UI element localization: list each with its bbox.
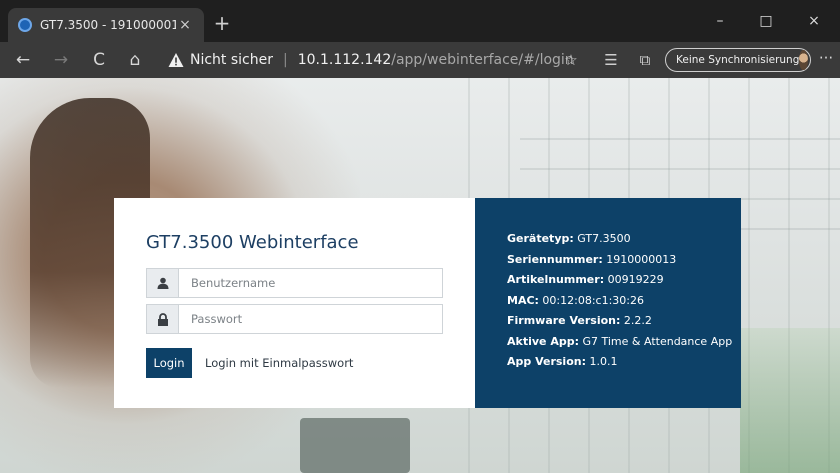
collections-icon[interactable]: ⧉ (632, 47, 658, 73)
warning-icon[interactable] (168, 52, 184, 68)
reload-button[interactable]: C (86, 47, 112, 73)
sync-label: Keine Synchronisierung (676, 54, 800, 66)
device-info-row: Gerätetyp: GT7.3500 (507, 232, 732, 253)
window-maximize-button[interactable]: □ (746, 8, 786, 34)
info-key: Artikelnummer: (507, 273, 605, 286)
user-icon (147, 269, 179, 297)
otp-login-link[interactable]: Login mit Einmalpasswort (205, 356, 353, 370)
profile-avatar-icon (799, 50, 808, 70)
favorites-add-icon[interactable]: ☆ (558, 47, 584, 73)
background-plants (740, 328, 840, 473)
info-key: Seriennummer: (507, 252, 603, 266)
url-path: /app/webinterface/#/login (391, 52, 574, 68)
page-viewport: GT7.3500 Webinterface Login Login mit Ei… (0, 78, 840, 473)
info-key: Aktive App: (507, 334, 579, 348)
password-input[interactable] (179, 305, 442, 333)
info-key: Gerätetyp: (507, 232, 574, 245)
device-info-row: MAC: 00:12:08:c1:30:26 (507, 294, 732, 315)
info-value: 2.2.2 (620, 314, 652, 327)
device-info-row: Firmware Version: 2.2.2 (507, 314, 732, 335)
password-field (146, 304, 443, 334)
url-host: 10.1.112.142 (297, 52, 392, 68)
address-separator: | (283, 52, 288, 68)
more-menu-button[interactable]: ··· (814, 47, 838, 73)
tab-close-icon[interactable]: × (176, 17, 194, 33)
window-close-button[interactable]: × (794, 8, 834, 34)
username-input[interactable] (179, 269, 442, 297)
back-button[interactable]: ← (10, 47, 36, 73)
lock-icon (147, 305, 179, 333)
info-key: MAC: (507, 293, 539, 307)
device-info-list: Gerätetyp: GT7.3500 Seriennummer: 191000… (507, 232, 732, 376)
lock-icon-glyph (157, 312, 168, 326)
tab-title: GT7.3500 - 1910000013 (40, 18, 176, 32)
info-value: G7 Time & Attendance App (578, 334, 733, 348)
device-info-row: Seriennummer: 1910000013 (507, 253, 732, 274)
new-tab-button[interactable]: + (210, 12, 234, 36)
browser-tab[interactable]: GT7.3500 - 1910000013 × (8, 8, 204, 42)
favorites-icon[interactable]: ☰ (598, 47, 624, 73)
home-button[interactable]: ⌂ (122, 47, 148, 73)
not-secure-label[interactable]: Nicht sicher (190, 52, 273, 68)
info-value: 00:12:08:c1:30:26 (538, 293, 644, 307)
info-key: App Version: (507, 355, 586, 368)
device-info-panel: Gerätetyp: GT7.3500 Seriennummer: 191000… (475, 198, 741, 408)
background-terminal (300, 418, 410, 473)
user-icon-glyph (157, 277, 168, 289)
forward-button[interactable]: → (48, 47, 74, 73)
login-panel: GT7.3500 Webinterface Login Login mit Ei… (114, 198, 475, 408)
device-info-row: Aktive App: G7 Time & Attendance App (507, 335, 732, 356)
browser-titlebar: GT7.3500 - 1910000013 × + – □ × (0, 0, 840, 42)
login-title: GT7.3500 Webinterface (146, 232, 359, 253)
info-key: Firmware Version: (507, 314, 621, 327)
device-info-row: App Version: 1.0.1 (507, 355, 732, 376)
info-value: 1910000013 (602, 252, 677, 266)
info-value: GT7.3500 (573, 232, 631, 245)
login-button[interactable]: Login (146, 348, 192, 378)
window-minimize-button[interactable]: – (700, 8, 740, 34)
info-value: 1.0.1 (586, 355, 618, 368)
username-field (146, 268, 443, 298)
device-info-row: Artikelnummer: 00919229 (507, 273, 732, 294)
browser-toolbar: ← → C ⌂ Nicht sicher | 10.1.112.142 /app… (0, 42, 840, 78)
profile-sync-button[interactable]: Keine Synchronisierung (665, 48, 811, 72)
info-value: 00919229 (604, 273, 664, 286)
site-favicon-icon (18, 18, 32, 32)
